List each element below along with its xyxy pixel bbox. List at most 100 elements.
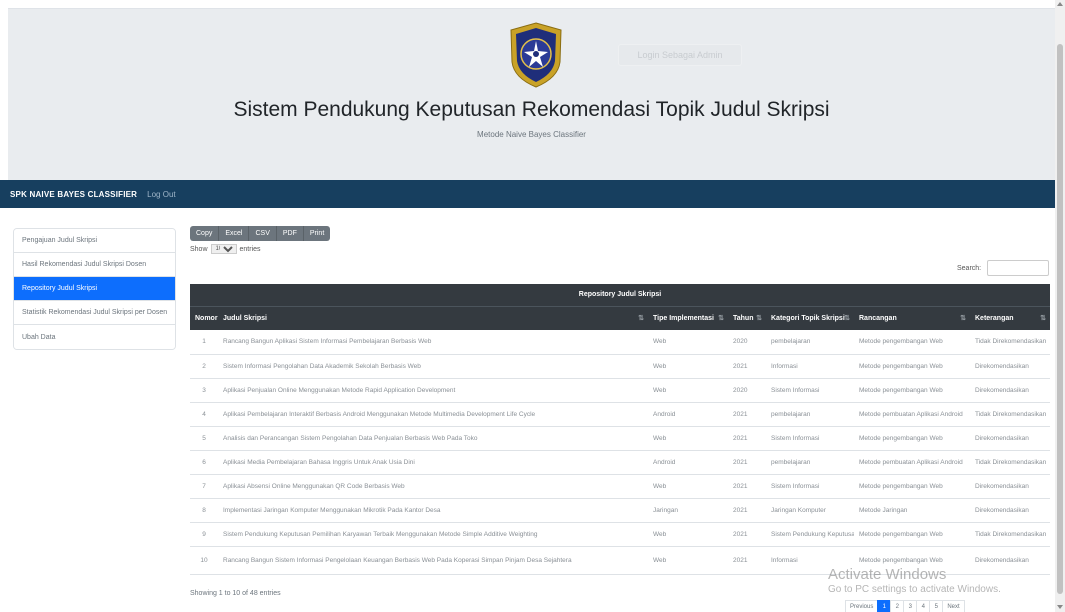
cell-nomor: 8 [190,498,218,523]
pagination-page-4[interactable]: 4 [916,600,931,612]
cell-kategori: Informasi [766,354,854,379]
cell-tipe: Jaringan [648,498,728,523]
scrollbar-thumb[interactable] [1057,44,1063,594]
scroll-down-arrow-icon[interactable] [1057,605,1063,609]
print-button[interactable]: Print [303,226,331,241]
sidebar-item-ubah-data[interactable]: Ubah Data [14,325,175,349]
column-header-rancangan[interactable]: Rancangan ⇅ [854,305,970,330]
cell-rancangan: Metode pengembangan Web [854,378,970,403]
pdf-button[interactable]: PDF [276,226,304,241]
cell-keterangan: Direkomendasikan [970,426,1050,451]
cell-tipe: Web [648,330,728,355]
pagination-previous[interactable]: Previous [845,600,879,612]
pagination-page-3[interactable]: 3 [903,600,918,612]
pagination-page-5[interactable]: 5 [929,600,944,612]
column-header-judul[interactable]: Judul Skripsi ⇅ [218,305,648,330]
cell-keterangan: Direkomendasikan [970,498,1050,523]
cell-tahun: 2021 [728,354,766,379]
cell-judul: Rancang Bangun Aplikasi Sistem Informasi… [218,330,648,355]
column-header-label: Rancangan [859,314,897,322]
navbar-brand[interactable]: SPK NAIVE BAYES CLASSIFIER [10,190,137,199]
pagination-page-1[interactable]: 1 [877,600,892,612]
cell-tipe: Web [648,546,728,575]
cell-keterangan: Direkomendasikan [970,354,1050,379]
column-header-label: Keterangan [975,314,1014,322]
cell-tahun: 2020 [728,330,766,355]
export-button-group: Copy Excel CSV PDF Print [190,226,331,241]
sort-icon: ⇅ [638,314,644,322]
csv-button[interactable]: CSV [249,226,277,241]
cell-kategori: Sistem Informasi [766,378,854,403]
table-info: Showing 1 to 10 of 48 entries [190,590,281,597]
cell-tahun: 2020 [728,378,766,403]
table-row: 1 Rancang Bangun Aplikasi Sistem Informa… [190,330,1050,355]
excel-button[interactable]: Excel [219,226,250,241]
activate-windows-watermark: Activate Windows Go to PC settings to ac… [828,566,1001,595]
pagination: Previous 1 2 3 4 5 Next [845,600,965,612]
cell-kategori: Sistem Pendukung Keputusan [766,522,854,547]
cell-nomor: 5 [190,426,218,451]
cell-tahun: 2021 [728,474,766,499]
column-header-kategori[interactable]: Kategori Topik Skripsi ⇅ [766,305,854,330]
vertical-scrollbar[interactable] [1055,0,1065,612]
cell-kategori: pembelajaran [766,450,854,475]
search-input[interactable] [987,260,1050,276]
sidebar-item-label: Statistik Rekomendasi Judul Skripsi per … [22,309,168,316]
pagination-next[interactable]: Next [942,600,965,612]
column-header-nomor[interactable]: Nomor [190,305,218,330]
sidebar-item-label: Pengajuan Judul Skripsi [22,237,98,244]
cell-nomor: 4 [190,402,218,427]
copy-button[interactable]: Copy [190,226,220,241]
university-seal-icon [510,22,562,88]
cell-tipe: Web [648,474,728,499]
cell-rancangan: Metode Jaringan [854,498,970,523]
top-navbar: SPK NAIVE BAYES CLASSIFIER Log Out [0,180,1055,208]
sidebar-item-label: Hasil Rekomendasi Judul Skripsi Dosen [22,261,147,268]
sidebar-menu: Pengajuan Judul Skripsi Hasil Rekomendas… [13,228,176,350]
pagination-page-2[interactable]: 2 [890,600,905,612]
column-header-tipe[interactable]: Tipe Implementasi ⇅ [648,305,728,330]
cell-judul: Aplikasi Penjualan Online Menggunakan Me… [218,378,648,403]
sort-icon: ⇅ [960,314,966,322]
cell-kategori: Sistem Informasi [766,426,854,451]
table-caption-row: Repository Judul Skripsi [190,284,1050,306]
page: Login Sebagai Admin Sistem Pendukung Kep… [0,0,1055,612]
column-header-label: Kategori Topik Skripsi [771,314,845,322]
table-caption: Repository Judul Skripsi [190,284,1050,306]
cell-judul: Implementasi Jaringan Komputer Menggunak… [218,498,648,523]
cell-tahun: 2021 [728,522,766,547]
scroll-up-arrow-icon[interactable] [1057,2,1063,6]
login-button[interactable]: Login Sebagai Admin [618,44,742,66]
cell-tahun: 2021 [728,426,766,451]
table-row: 9 Sistem Pendukung Keputusan Pemilihan K… [190,522,1050,547]
cell-nomor: 6 [190,450,218,475]
logout-link[interactable]: Log Out [147,190,175,199]
site-header: Login Sebagai Admin Sistem Pendukung Kep… [8,9,1055,180]
table-row: 2 Sistem Informasi Pengolahan Data Akade… [190,354,1050,379]
cell-judul: Aplikasi Media Pembelajaran Bahasa Inggr… [218,450,648,475]
sidebar-item-statistik[interactable]: Statistik Rekomendasi Judul Skripsi per … [14,301,175,325]
sidebar-item-hasil-rekomendasi[interactable]: Hasil Rekomendasi Judul Skripsi Dosen [14,253,175,277]
cell-judul: Sistem Pendukung Keputusan Pemilihan Kar… [218,522,648,547]
page-subtitle: Metode Naive Bayes Classifier [477,130,586,139]
column-header-tahun[interactable]: Tahun ⇅ [728,305,766,330]
watermark-subtitle: Go to PC settings to activate Windows. [828,584,1001,595]
column-header-keterangan[interactable]: Keterangan ⇅ [970,305,1050,330]
cell-kategori: pembelajaran [766,402,854,427]
table-row: 7 Aplikasi Absensi Online Menggunakan QR… [190,474,1050,499]
entries-select[interactable]: 10 [210,244,237,254]
cell-nomor: 10 [190,546,218,575]
cell-tahun: 2021 [728,402,766,427]
cell-tipe: Web [648,354,728,379]
cell-nomor: 9 [190,522,218,547]
column-header-label: Tipe Implementasi [653,314,714,322]
sidebar-item-repository[interactable]: Repository Judul Skripsi [14,277,175,301]
column-header-label: Nomor [195,314,218,322]
sidebar-item-pengajuan[interactable]: Pengajuan Judul Skripsi [14,229,175,253]
table-row: 4 Aplikasi Pembelajaran Interaktif Berba… [190,402,1050,427]
table-row: 5 Analisis dan Perancangan Sistem Pengol… [190,426,1050,451]
cell-judul: Analisis dan Perancangan Sistem Pengolah… [218,426,648,451]
cell-judul: Sistem Informasi Pengolahan Data Akademi… [218,354,648,379]
sort-icon: ⇅ [756,314,762,322]
table-row: 3 Aplikasi Penjualan Online Menggunakan … [190,378,1050,403]
